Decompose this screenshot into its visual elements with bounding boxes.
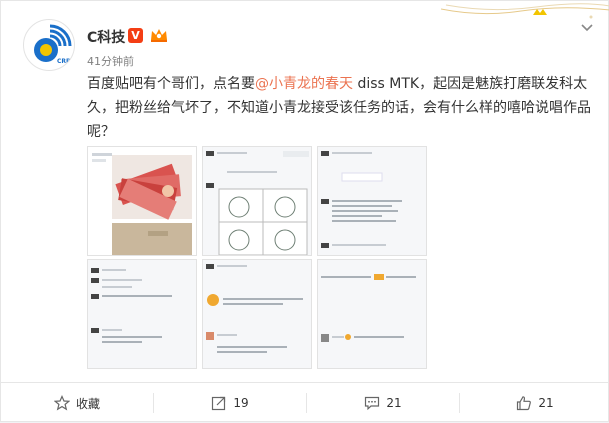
image-grid	[87, 146, 427, 369]
thumbs-up-icon	[517, 396, 532, 411]
avatar[interactable]: CRP	[23, 19, 75, 71]
chevron-down-icon[interactable]	[580, 23, 594, 33]
image-money-photo[interactable]	[87, 146, 197, 256]
avatar-label: CRP	[57, 58, 71, 65]
post-text-part1: 百度贴吧有个哥们，点名要	[87, 76, 255, 92]
image-comic-chat[interactable]	[202, 146, 312, 256]
repost-button[interactable]: 19	[154, 383, 306, 423]
post-text: 百度贴吧有个哥们，点名要@小青龙的春天 diss MTK，起因是魅族打磨联发科太…	[87, 72, 607, 144]
decoration-banner-icon	[441, 3, 609, 19]
image-chat-screenshot-2[interactable]	[87, 259, 197, 369]
image-chat-screenshot-3[interactable]	[202, 259, 312, 369]
verified-badge[interactable]: V	[128, 28, 143, 43]
member-crown-icon[interactable]	[149, 27, 169, 43]
favorite-label: 收藏	[75, 396, 100, 411]
comment-button[interactable]: 21	[307, 383, 459, 423]
comment-icon	[365, 396, 380, 411]
like-count: 21	[538, 396, 554, 410]
comment-count: 21	[386, 396, 402, 410]
favorite-button[interactable]: 收藏	[1, 383, 153, 423]
user-name[interactable]: C科技	[87, 27, 125, 47]
repost-icon	[212, 396, 226, 411]
star-icon	[53, 395, 70, 411]
mention-link[interactable]: @小青龙的春天	[255, 76, 353, 92]
like-button[interactable]: 21	[460, 383, 609, 423]
repost-count: 19	[233, 396, 249, 410]
post-time[interactable]: 41分钟前	[87, 53, 134, 69]
image-chat-screenshot-4[interactable]	[317, 259, 427, 369]
weibo-post-card: CRP C科技 V 41分钟前 百度贴吧有个哥们，点名要@小青龙的春天 diss…	[0, 0, 609, 422]
image-chat-screenshot-1[interactable]	[317, 146, 427, 256]
